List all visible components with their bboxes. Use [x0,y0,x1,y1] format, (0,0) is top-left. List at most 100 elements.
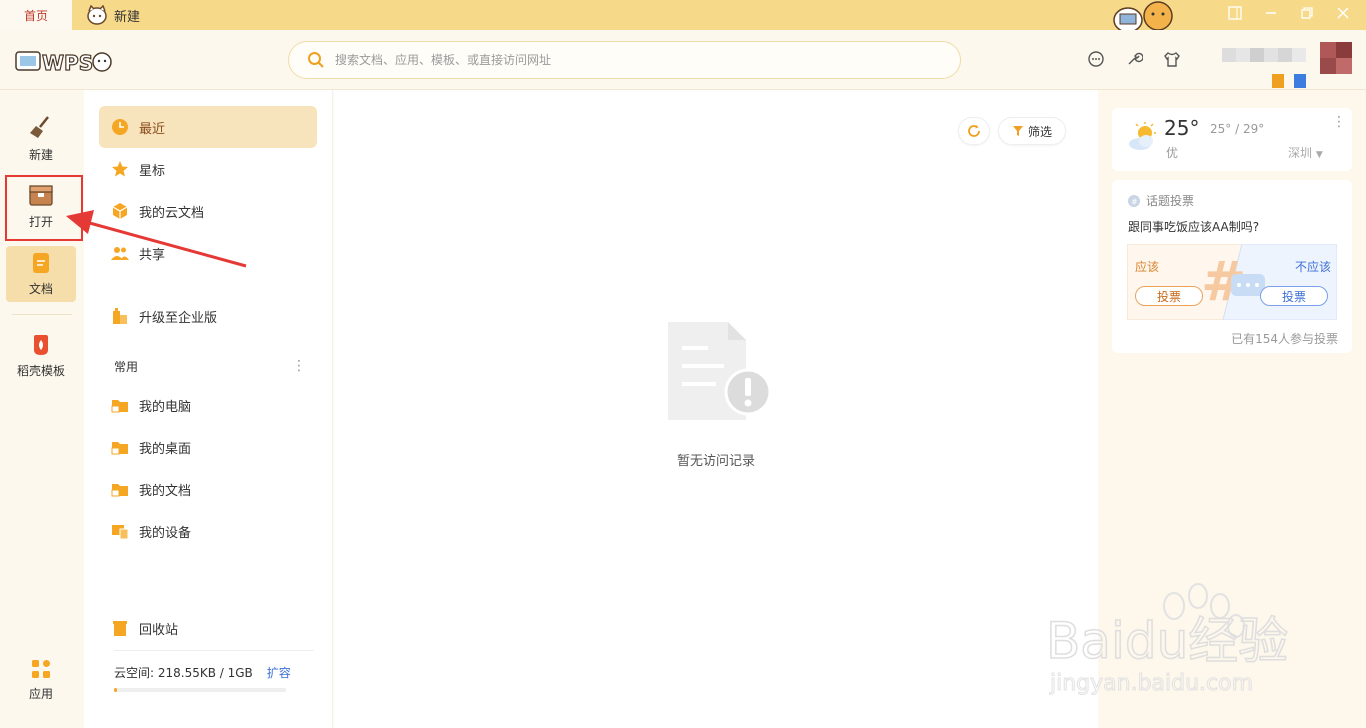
poll-yes-label: 应该 [1135,260,1160,274]
menu-recycle[interactable]: 回收站 [99,607,317,649]
broom-icon [30,115,49,138]
menu-starred-label: 星标 [139,163,166,179]
menu-starred[interactable]: 星标 [99,148,317,190]
mascot-illustration [1113,1,1173,30]
nav-templates-label: 稻壳模板 [16,363,65,378]
menu-my-computer[interactable]: 我的电脑 [99,384,317,426]
folder-link-icon [111,442,128,455]
city-label: 深圳 [1288,146,1313,160]
minimize-icon[interactable] [1264,6,1278,20]
header-icons [1087,50,1181,68]
nav-divider [12,314,72,315]
apps-grid-icon [32,659,50,678]
chevron-down-icon: ▼ [1315,150,1323,160]
menu-my-devices-label: 我的设备 [139,525,192,541]
poll-header-label: 话题投票 [1146,194,1195,208]
message-icon[interactable] [1087,50,1105,68]
more-icon[interactable]: ⋮ [1332,114,1346,130]
menu-recent-label: 最近 [139,121,166,137]
close-icon[interactable] [1336,6,1350,20]
watermark-url: jingyan.baidu.com [1049,671,1253,696]
temperature: 25° [1164,116,1200,140]
menu-my-docs-label: 我的文档 [139,483,192,499]
baidu-watermark: Baidu经验 jingyan.baidu.com [1045,583,1289,697]
more-icon[interactable]: ⋮ [292,358,306,374]
menu-my-desktop[interactable]: 我的桌面 [99,426,317,468]
watermark-brand: Baidu经验 [1046,612,1288,670]
menu-upgrade-label: 升级至企业版 [139,310,218,326]
poll-background: # [1127,244,1337,320]
menu-recent[interactable]: 最近 [99,106,317,148]
header: WPS [0,30,1366,90]
file-menu: 最近 星标 我的云文档 共享 升级至企业版 常用 ⋮ 我的电脑 我的桌面 我的文… [84,90,333,728]
air-quality: 优 [1166,146,1179,160]
cloud-storage: 云空间: 218.55KB / 1GB 扩容 [114,664,291,681]
folder-link-icon [111,400,128,413]
tab-new-label: 新建 [114,9,141,25]
empty-document-illustration [668,322,772,420]
topic-icon: # [1128,194,1140,207]
cat-icon [87,5,107,25]
empty-state-text: 暂无访问记录 [676,454,755,469]
building-icon [113,308,127,324]
title-bar: 首页 新建 [0,0,1366,30]
search-bar[interactable] [288,41,961,79]
poll-card: # 话题投票 跟同事吃饭应该AA制吗? # 应该 不应该 投票 投票 已有154… [1112,180,1352,353]
menu-my-docs[interactable]: 我的文档 [99,468,317,510]
skin-icon[interactable] [1228,6,1242,20]
menu-upgrade[interactable]: 升级至企业版 [99,295,317,337]
nav-apps-label: 应用 [28,686,53,701]
weather-partly-cloudy-icon [1129,122,1156,150]
cloud-usage-fill [114,688,118,692]
cloud-storage-label: 云空间: 218.55KB / 1GB [114,666,253,680]
logo-text: WPS [42,51,93,75]
expand-link[interactable]: 扩容 [267,664,291,681]
vote-yes-button[interactable]: 投票 [1135,286,1203,306]
devices-icon [112,525,129,540]
wps-logo: WPS [14,42,114,78]
nav-new-label: 新建 [28,147,53,162]
refresh-icon [968,125,980,137]
refresh-button[interactable] [958,117,990,145]
trash-icon [113,621,127,636]
tab-home[interactable]: 首页 [0,0,72,30]
star-icon [112,161,128,177]
svg-text:#: # [1131,197,1138,206]
filter-button[interactable]: 筛选 [998,117,1066,145]
cloud-usage-bar [114,688,286,692]
annotation-arrow [66,210,247,268]
temperature-range: 25° / 29° [1210,122,1265,136]
document-icon [33,252,49,273]
avatar[interactable] [1222,42,1352,92]
menu-recycle-label: 回收站 [139,622,179,638]
poll-header: # 话题投票 [1128,192,1194,209]
folder-link-icon [111,484,128,497]
recent-files-area: 筛选 暂无访问记录 [334,90,1098,728]
search-input[interactable] [335,53,935,67]
menu-my-computer-label: 我的电脑 [139,399,192,415]
tab-new[interactable]: 新建 [86,0,140,30]
tab-home-label: 首页 [23,8,48,23]
menu-my-desktop-label: 我的桌面 [139,441,192,457]
nav-templates[interactable]: 稻壳模板 [6,328,76,384]
filter-icon [1012,126,1023,136]
clock-icon [112,119,128,135]
nav-new[interactable]: 新建 [6,110,76,166]
section-common-title: 常用 [114,360,139,374]
window-controls [1228,6,1350,20]
tools-icon[interactable] [1125,50,1144,68]
nav-apps[interactable]: 应用 [6,652,76,708]
weather-card[interactable]: 25° 25° / 29° 优 深圳 ▼ ⋮ [1112,108,1352,171]
menu-my-devices[interactable]: 我的设备 [99,510,317,552]
city-selector[interactable]: 深圳 ▼ [1288,144,1323,161]
filter-label: 筛选 [1027,124,1052,139]
docer-icon [34,334,48,355]
restore-icon[interactable] [1300,6,1314,20]
menu-divider [114,650,314,651]
nav-docs-label: 文档 [28,281,53,296]
poll-options: # 应该 不应该 投票 投票 [1127,244,1337,320]
poll-count: 已有154人参与投票 [1231,332,1338,346]
vote-no-button[interactable]: 投票 [1260,286,1328,306]
poll-no-label: 不应该 [1294,260,1331,274]
skin-shirt-icon[interactable] [1163,50,1181,68]
